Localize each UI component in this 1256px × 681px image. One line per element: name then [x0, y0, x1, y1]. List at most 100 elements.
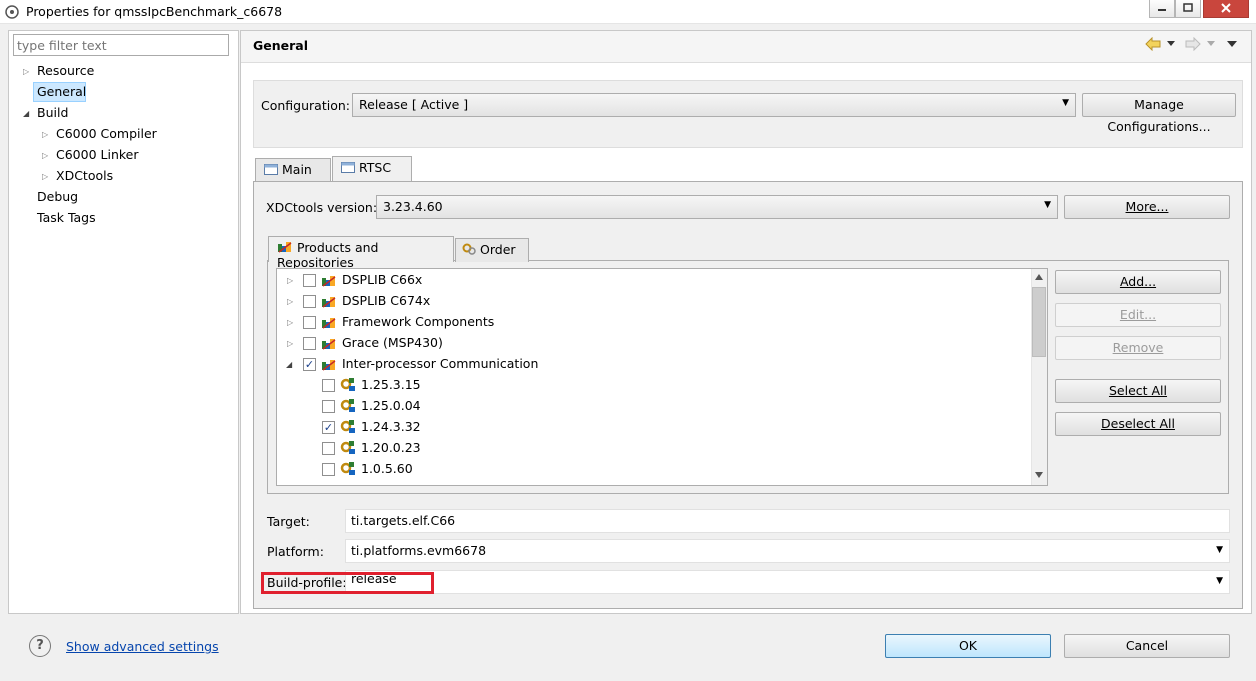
page-title: General	[253, 38, 308, 53]
tab-rtsc[interactable]: RTSC	[332, 156, 412, 182]
expand-icon[interactable]: ▷	[287, 276, 293, 285]
tree-item-build[interactable]: Build	[37, 105, 68, 120]
version-icon	[340, 399, 355, 412]
remove-label: Remove	[1112, 340, 1164, 355]
help-icon[interactable]: ?	[29, 635, 51, 657]
configuration-select[interactable]: Release [ Active ] ▼	[352, 93, 1076, 117]
version-checkbox[interactable]	[322, 379, 335, 392]
tab-rtsc-label: RTSC	[359, 160, 392, 175]
scroll-up-icon[interactable]	[1035, 274, 1043, 280]
version-checkbox[interactable]	[322, 442, 335, 455]
xdc-version-value: 3.23.4.60	[383, 199, 443, 214]
select-all-label: Select All	[1108, 383, 1168, 398]
version-label: 1.0.5.60	[361, 461, 413, 476]
version-icon	[340, 420, 355, 433]
more-button[interactable]: More...	[1064, 195, 1230, 219]
scroll-thumb[interactable]	[1032, 287, 1046, 357]
tree-item-general[interactable]: General	[37, 84, 86, 99]
expand-icon[interactable]: ▷	[42, 172, 48, 181]
package-icon	[278, 242, 292, 253]
dropdown-arrow-icon: ▼	[1044, 200, 1051, 210]
package-icon	[322, 318, 336, 329]
xdc-version-select[interactable]: 3.23.4.60 ▼	[376, 195, 1058, 219]
deselect-all-button[interactable]: Deselect All	[1055, 412, 1221, 436]
version-checkbox[interactable]	[322, 463, 335, 476]
edit-label: Edit...	[1119, 307, 1157, 322]
version-checkbox[interactable]	[322, 400, 335, 413]
tab-main[interactable]: Main	[255, 158, 331, 182]
forward-dropdown-icon[interactable]	[1206, 40, 1216, 48]
title-bar: Properties for qmssIpcBenchmark_c6678	[0, 0, 1256, 24]
collapse-icon[interactable]: ◢	[286, 360, 292, 369]
add-button[interactable]: Add...	[1055, 270, 1221, 294]
expand-icon[interactable]: ▷	[42, 151, 48, 160]
version-icon	[340, 378, 355, 391]
product-label: Grace (MSP430)	[342, 335, 443, 350]
maximize-icon	[1183, 3, 1193, 12]
tab-products-repositories[interactable]: Products and Repositories	[268, 236, 454, 270]
highlight-annotation-box	[261, 572, 434, 594]
configuration-label: Configuration:	[261, 98, 350, 113]
close-button[interactable]	[1203, 0, 1249, 18]
package-icon	[322, 297, 336, 308]
back-arrow-icon[interactable]	[1145, 37, 1161, 51]
expand-icon[interactable]: ▷	[287, 297, 293, 306]
tree-item-resource[interactable]: Resource	[37, 63, 94, 78]
back-dropdown-icon[interactable]	[1166, 40, 1176, 48]
target-field[interactable]: ti.targets.elf.C66	[345, 509, 1230, 533]
tab-order[interactable]: Order	[455, 238, 529, 262]
expand-icon[interactable]: ▷	[287, 318, 293, 327]
scroll-down-icon[interactable]	[1035, 472, 1043, 478]
expand-icon[interactable]: ▷	[287, 339, 293, 348]
tree-item-c6000-linker[interactable]: C6000 Linker	[56, 147, 139, 162]
tree-item-c6000-compiler[interactable]: C6000 Compiler	[56, 126, 157, 141]
configuration-value: Release [ Active ]	[359, 97, 469, 112]
dropdown-arrow-icon: ▼	[1216, 545, 1223, 555]
edit-button[interactable]: Edit...	[1055, 303, 1221, 327]
xdc-version-label: XDCtools version:	[266, 200, 378, 215]
platform-value: ti.platforms.evm6678	[351, 543, 487, 558]
dropdown-arrow-icon: ▼	[1216, 576, 1223, 586]
close-icon	[1221, 3, 1231, 13]
expand-icon[interactable]: ▷	[42, 130, 48, 139]
package-icon	[322, 360, 336, 371]
package-icon	[322, 276, 336, 287]
version-label: 1.25.0.04	[361, 398, 421, 413]
view-menu-icon[interactable]	[1226, 40, 1238, 48]
product-checkbox[interactable]	[303, 337, 316, 350]
tab-rtsc-icon	[341, 162, 355, 173]
version-checkbox-checked[interactable]: ✓	[322, 421, 335, 434]
minimize-button[interactable]	[1149, 0, 1175, 18]
product-checkbox-checked[interactable]: ✓	[303, 358, 316, 371]
filter-input[interactable]	[13, 34, 229, 56]
deselect-all-label: Deselect All	[1101, 416, 1175, 431]
tree-item-debug[interactable]: Debug	[37, 189, 78, 204]
tab-order-label: Order	[480, 242, 516, 257]
product-checkbox[interactable]	[303, 316, 316, 329]
dropdown-arrow-icon: ▼	[1062, 98, 1069, 108]
maximize-button[interactable]	[1175, 0, 1201, 18]
package-icon	[322, 339, 336, 350]
platform-combo[interactable]: ti.platforms.evm6678 ▼	[345, 539, 1230, 563]
select-all-button[interactable]: Select All	[1055, 379, 1221, 403]
expand-icon[interactable]: ▷	[23, 67, 29, 76]
version-label: 1.20.0.23	[361, 440, 421, 455]
remove-button[interactable]: Remove	[1055, 336, 1221, 360]
target-label: Target:	[267, 514, 310, 529]
tree-item-task-tags[interactable]: Task Tags	[37, 210, 96, 225]
version-icon	[340, 462, 355, 475]
product-label: Inter-processor Communication	[342, 356, 539, 371]
cancel-button[interactable]: Cancel	[1064, 634, 1230, 658]
product-checkbox[interactable]	[303, 295, 316, 308]
show-advanced-settings-link[interactable]: Show advanced settings	[66, 639, 219, 654]
tree-item-xdctools[interactable]: XDCtools	[56, 168, 113, 183]
forward-arrow-icon[interactable]	[1185, 37, 1201, 51]
more-label: More...	[1125, 199, 1169, 214]
manage-configurations-button[interactable]: Manage Configurations...	[1082, 93, 1236, 134]
page-header	[241, 31, 1251, 63]
product-checkbox[interactable]	[303, 274, 316, 287]
build-profile-combo[interactable]: release ▼	[345, 570, 1230, 594]
collapse-icon[interactable]: ◢	[23, 109, 29, 118]
platform-label: Platform:	[267, 544, 324, 559]
ok-button[interactable]: OK	[885, 634, 1051, 658]
